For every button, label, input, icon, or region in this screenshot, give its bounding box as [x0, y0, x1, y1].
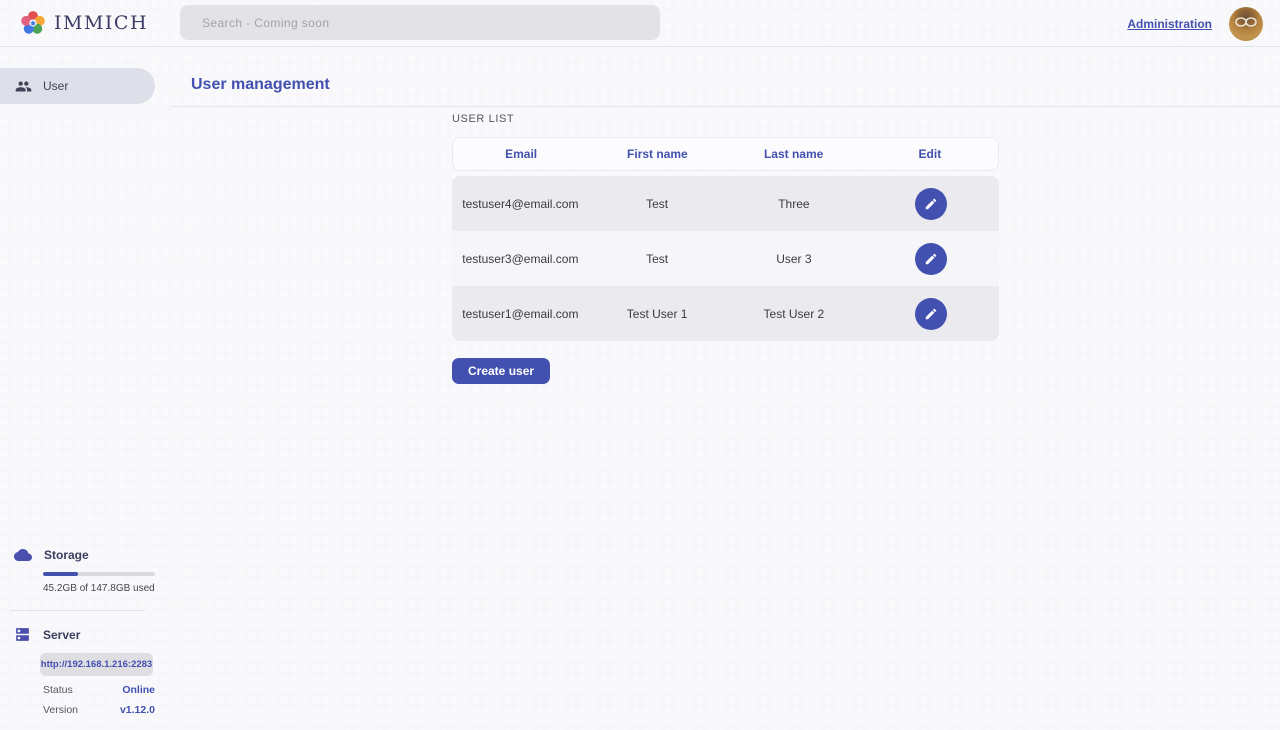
version-value: v1.12.0 [120, 704, 155, 716]
page-title: User management [191, 76, 330, 94]
table-header: Email First name Last name Edit [452, 137, 999, 171]
create-user-button[interactable]: Create user [452, 358, 550, 384]
pencil-icon [924, 307, 938, 321]
server-icon [14, 626, 31, 643]
topbar-right: Administration [1127, 0, 1263, 47]
cell-last-name: Test User 2 [726, 307, 863, 321]
sidebar: User Storage 45.2GB of 147.8GB used Serv… [0, 47, 155, 730]
search-input[interactable] [180, 5, 660, 40]
storage-progress-bar [43, 572, 155, 576]
storage-progress-fill [43, 572, 78, 576]
cell-last-name: Three [726, 197, 863, 211]
cell-first-name: Test [589, 252, 726, 266]
table-row: testuser1@email.com Test User 1 Test Use… [452, 286, 999, 341]
sidebar-item-user[interactable]: User [0, 68, 155, 104]
server-status-row: Status Online [43, 684, 155, 696]
column-header-email: Email [453, 147, 589, 161]
cloud-icon [14, 546, 32, 564]
user-list-label: USER LIST [452, 113, 999, 125]
status-label: Status [43, 684, 73, 696]
cell-email: testuser4@email.com [452, 197, 589, 211]
pencil-icon [924, 197, 938, 211]
main-content: User management USER LIST Email First na… [171, 47, 1280, 730]
administration-link[interactable]: Administration [1127, 17, 1212, 31]
cell-email: testuser3@email.com [452, 252, 589, 266]
table-body: testuser4@email.com Test Three testuser3… [452, 176, 999, 341]
user-avatar[interactable] [1229, 7, 1263, 41]
cell-last-name: User 3 [726, 252, 863, 266]
server-section-header: Server [0, 626, 155, 643]
status-value: Online [122, 684, 155, 696]
edit-user-button[interactable] [915, 188, 947, 220]
storage-title: Storage [44, 548, 89, 562]
server-url-badge: http://192.168.1.216:2283 [40, 653, 153, 676]
glasses-icon [1234, 16, 1258, 28]
immich-logo[interactable]: IMMICH [20, 10, 148, 36]
storage-section-header: Storage [0, 546, 155, 564]
immich-flower-icon [20, 10, 46, 36]
cell-first-name: Test User 1 [589, 307, 726, 321]
table-row: testuser4@email.com Test Three [452, 176, 999, 231]
users-icon [15, 78, 32, 95]
version-label: Version [43, 704, 78, 716]
column-header-last-name: Last name [726, 147, 862, 161]
edit-user-button[interactable] [915, 298, 947, 330]
search-bar [180, 5, 660, 40]
sidebar-footer: Storage 45.2GB of 147.8GB used Server ht… [0, 546, 155, 730]
user-list-section: USER LIST Email First name Last name Edi… [452, 113, 999, 384]
server-version-row: Version v1.12.0 [43, 704, 155, 716]
sidebar-item-user-label: User [43, 79, 68, 93]
cell-first-name: Test [589, 197, 726, 211]
footer-divider [10, 610, 145, 611]
brand-name: IMMICH [54, 12, 148, 34]
cell-email: testuser1@email.com [452, 307, 589, 321]
pencil-icon [924, 252, 938, 266]
edit-user-button[interactable] [915, 243, 947, 275]
server-url: http://192.168.1.216:2283 [41, 659, 152, 670]
column-header-first-name: First name [589, 147, 725, 161]
server-title: Server [43, 628, 80, 642]
column-header-edit: Edit [862, 147, 998, 161]
topbar: IMMICH Administration [0, 0, 1280, 47]
storage-usage-text: 45.2GB of 147.8GB used [43, 583, 155, 594]
title-divider [171, 106, 1280, 107]
table-row: testuser3@email.com Test User 3 [452, 231, 999, 286]
